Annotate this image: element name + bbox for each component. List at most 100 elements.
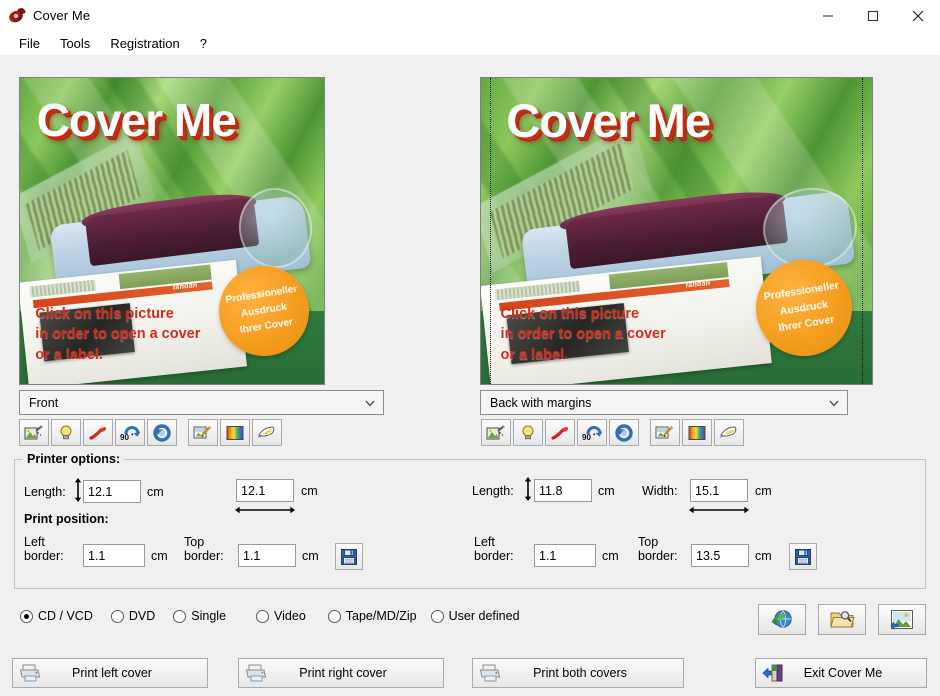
cover-message-left: Click on this picture in order to open a…	[35, 304, 200, 366]
exit-cover-me-button[interactable]: Exit Cover Me	[755, 658, 927, 688]
color-palette-icon[interactable]	[220, 419, 250, 446]
right-top-border-unit: cm	[755, 549, 772, 563]
cover-side-select-right-value: Back with margins	[490, 395, 592, 410]
chevron-down-icon	[827, 396, 841, 410]
left-length-label: Length:	[24, 485, 66, 499]
edit-picture-icon[interactable]	[188, 419, 218, 446]
print-position-title-left: Print position:	[24, 512, 109, 526]
right-length-unit: cm	[598, 484, 615, 498]
left-left-border-unit: cm	[151, 549, 168, 563]
cover-message-line-2: in order to open a cover	[500, 326, 666, 343]
close-icon[interactable]	[895, 0, 940, 31]
image-toolbar-left: 90	[19, 419, 284, 446]
right-top-border-label: Top border:	[638, 535, 678, 564]
maximize-icon[interactable]	[850, 0, 895, 31]
margin-guide-left	[490, 78, 491, 384]
picture-export-icon[interactable]	[878, 604, 926, 635]
radio-tape-md-zip[interactable]: Tape/MD/Zip	[327, 609, 427, 623]
paint-fill-icon[interactable]	[714, 419, 744, 446]
menu-bar: File Tools Registration ?	[0, 31, 940, 55]
client-area: fandan Cover Me Professioneller Ausdruck…	[0, 57, 940, 696]
printer-options-group: Printer options: Length: 12.1 cm 12.1 cm…	[14, 452, 926, 589]
cover-message-right: Click on this picture in order to open a…	[501, 304, 666, 366]
radio-dot	[173, 609, 187, 623]
cover-message-line-2: in order to open a cover	[35, 326, 201, 343]
radio-user-defined[interactable]: User defined	[430, 609, 534, 623]
cover-side-select-right[interactable]: Back with margins	[480, 390, 848, 415]
brightness-bulb-icon[interactable]	[51, 419, 81, 446]
cover-side-select-left-value: Front	[29, 395, 59, 410]
open-folder-search-icon[interactable]	[818, 604, 866, 635]
cover-preview-left[interactable]: fandan Cover Me Professioneller Ausdruck…	[19, 77, 325, 385]
right-width-input[interactable]: 15.1	[690, 479, 748, 502]
print-right-cover-button[interactable]: Print right cover	[238, 658, 444, 688]
radio-label-dvd: DVD	[128, 609, 156, 623]
radio-single[interactable]: Single	[173, 609, 252, 623]
image-effects-icon[interactable]	[19, 419, 49, 446]
svg-text:90: 90	[120, 433, 129, 442]
radio-dot	[256, 609, 270, 623]
right-width-unit: cm	[755, 484, 772, 498]
cover-message-line-1: Click on this picture	[500, 305, 640, 322]
cover-message-line-3: or a label.	[500, 347, 569, 364]
radio-dvd[interactable]: DVD	[110, 609, 169, 623]
radio-cd-vcd[interactable]: CD / VCD	[20, 609, 107, 623]
floppy-save-icon-right[interactable]	[789, 543, 817, 570]
print-right-cover-label: Print right cover	[299, 666, 387, 680]
left-top-border-input[interactable]: 1.1	[238, 544, 296, 567]
brightness-bulb-icon[interactable]	[513, 419, 543, 446]
menu-item-registration[interactable]: Registration	[100, 34, 189, 53]
image-toolbar-right: 90	[481, 419, 746, 446]
color-palette-icon[interactable]	[682, 419, 712, 446]
cover-preview-right[interactable]: fandan Cover Me Professioneller Ausdruck…	[480, 77, 873, 385]
menu-item-file[interactable]: File	[9, 34, 50, 53]
margin-guide-right	[862, 78, 863, 384]
svg-text:90: 90	[582, 433, 591, 442]
horizontal-dimension-arrow	[235, 504, 295, 518]
rotate-90-icon[interactable]: 90	[577, 419, 607, 446]
rotate-90-icon[interactable]: 90	[115, 419, 145, 446]
undo-refresh-icon[interactable]	[609, 419, 639, 446]
right-length-label: Length:	[472, 484, 514, 498]
exit-cover-me-label: Exit Cover Me	[803, 666, 883, 680]
bottom-button-row: Print left cover Print right cover Print…	[0, 655, 940, 696]
menu-item-help[interactable]: ?	[190, 34, 217, 53]
right-top-border-input[interactable]: 13.5	[691, 544, 749, 567]
action-button-group	[746, 604, 926, 635]
radio-video[interactable]: Video	[256, 609, 324, 623]
undo-refresh-icon[interactable]	[147, 419, 177, 446]
left-left-border-label: Left border:	[24, 535, 64, 564]
right-length-input[interactable]: 11.8	[534, 479, 592, 502]
paint-fill-icon[interactable]	[252, 419, 282, 446]
image-effects-icon[interactable]	[481, 419, 511, 446]
paper-label-left: fandan	[172, 282, 198, 292]
radio-dot	[110, 609, 124, 623]
radio-dot-selected	[20, 609, 33, 623]
red-brush-icon[interactable]	[545, 419, 575, 446]
radio-label-tape-md-zip: Tape/MD/Zip	[345, 609, 417, 623]
minimize-icon[interactable]	[805, 0, 850, 31]
print-both-covers-button[interactable]: Print both covers	[472, 658, 684, 688]
cover-side-select-left[interactable]: Front	[19, 390, 384, 415]
floppy-save-icon-left[interactable]	[335, 543, 363, 570]
radio-label-cd-vcd: CD / VCD	[38, 609, 93, 623]
chevron-down-icon	[363, 396, 377, 410]
print-left-cover-button[interactable]: Print left cover	[12, 658, 208, 688]
radio-label-user-defined: User defined	[448, 609, 520, 623]
right-left-border-input[interactable]: 1.1	[534, 544, 596, 567]
printer-icon	[13, 663, 47, 683]
left-top-border-label: Top border:	[184, 535, 224, 564]
menu-item-tools[interactable]: Tools	[50, 34, 100, 53]
left-length-unit: cm	[147, 485, 164, 499]
left-width-input[interactable]: 12.1	[236, 479, 294, 502]
internet-globe-icon[interactable]	[758, 604, 806, 635]
left-length-input[interactable]: 12.1	[83, 480, 141, 503]
left-left-border-input[interactable]: 1.1	[83, 544, 145, 567]
cover-title-right: Cover Me	[506, 94, 711, 148]
radio-label-single: Single	[191, 609, 227, 623]
print-left-cover-label: Print left cover	[72, 666, 152, 680]
edit-picture-icon[interactable]	[650, 419, 680, 446]
vertical-dimension-arrow	[523, 477, 533, 504]
red-brush-icon[interactable]	[83, 419, 113, 446]
cover-title-left: Cover Me	[36, 94, 237, 147]
